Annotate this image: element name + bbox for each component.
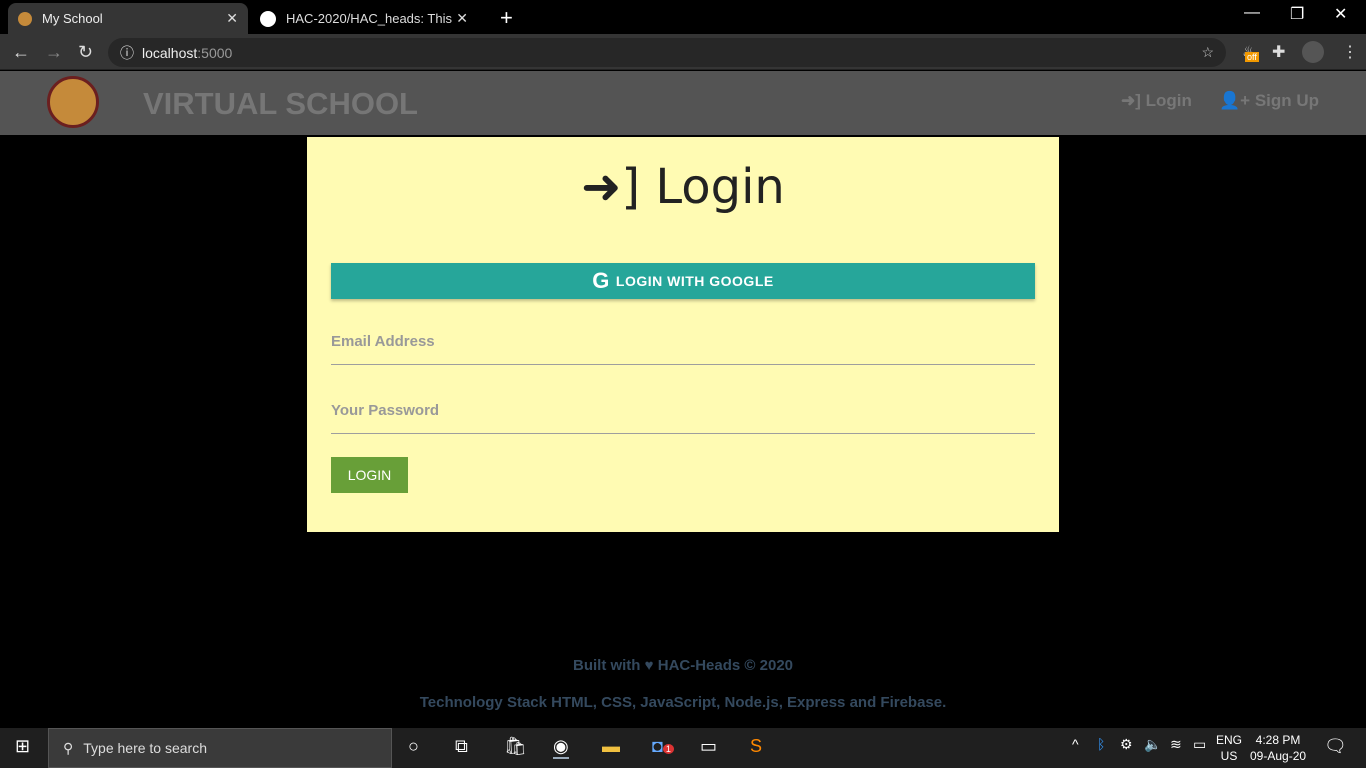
nav-signup-label: Sign Up [1254, 91, 1320, 110]
cortana-icon[interactable]: ○ [408, 736, 419, 757]
close-tab-icon[interactable]: ✕ [226, 10, 238, 27]
login-button[interactable]: LOGIN [331, 457, 408, 493]
footer-author: HAC-Heads © 2020 [657, 657, 794, 674]
date: 09-Aug-20 [1250, 749, 1307, 763]
back-icon[interactable]: ← [12, 42, 30, 63]
password-field[interactable]: Your Password [331, 394, 1035, 434]
sign-in-icon: ➜] [581, 159, 641, 215]
password-placeholder: Your Password [331, 402, 440, 419]
github-icon [260, 10, 276, 27]
browser-toolbar: ← → ↻ ⓘ localhost:5000 ☆ ♨off ✚ ⋮ [0, 34, 1366, 70]
chrome-icon[interactable]: ◉ [553, 736, 569, 759]
google-button-label: LOGIN WITH GOOGLE [615, 273, 774, 289]
clock[interactable]: 4:28 PM 09-Aug-20 [1250, 732, 1306, 764]
terminal-icon[interactable]: ▭ [700, 736, 717, 757]
tab-title: My School [42, 11, 103, 26]
tab-my-school[interactable]: My School ✕ [8, 3, 248, 34]
discord-icon[interactable]: ◘ 1 [652, 736, 674, 757]
tray-chevron-icon[interactable]: ^ [1072, 736, 1079, 752]
bluetooth-icon[interactable]: ᛒ [1097, 736, 1105, 752]
address-bar[interactable]: ⓘ localhost:5000 ☆ [108, 38, 1226, 67]
nav-login-label: Login [1145, 91, 1192, 110]
footer-stack: Technology Stack HTML, CSS, JavaScript, … [419, 694, 947, 711]
login-card: ➜] Login G LOGIN WITH GOOGLE Email Addres… [307, 137, 1059, 532]
wifi-icon[interactable]: ≋ [1170, 736, 1182, 753]
user-plus-icon: 👤+ [1219, 91, 1251, 110]
school-logo[interactable] [47, 76, 99, 128]
search-icon: ⚲ [63, 739, 74, 756]
nav-login-link[interactable]: ➜] Login [1121, 91, 1192, 111]
built-with-text: Built with [572, 657, 641, 674]
notifications-icon[interactable]: 🗨 [1324, 736, 1347, 757]
minimize-icon[interactable]: — [1244, 4, 1260, 22]
site-navbar: VIRTUAL SCHOOL ➜] Login 👤+ Sign Up [0, 71, 1366, 135]
search-placeholder: Type here to search [83, 740, 208, 756]
taskbar-search[interactable]: ⚲ Type here to search [48, 728, 392, 768]
nav-signup-link[interactable]: 👤+ Sign Up [1219, 91, 1319, 111]
school-favicon-icon [18, 11, 32, 26]
footer-built-with: Built with ♥ HAC-Heads © 2020 [0, 657, 1366, 674]
email-field[interactable]: Email Address [331, 325, 1035, 365]
time: 4:28 PM [1255, 733, 1301, 747]
task-view-icon[interactable]: ⧉ [455, 736, 468, 757]
puzzle-icon[interactable]: ✚ [1272, 42, 1285, 62]
sublime-icon[interactable]: S [750, 736, 762, 757]
heart-icon: ♥ [644, 657, 654, 674]
close-tab-icon[interactable]: ✕ [456, 10, 468, 27]
battery-icon[interactable]: ▭ [1193, 736, 1206, 753]
network-device-icon[interactable]: ⚙ [1120, 736, 1133, 753]
notification-badge: 1 [662, 744, 674, 754]
file-explorer-icon[interactable]: ▬ [602, 736, 620, 757]
login-heading: ➜] Login [307, 159, 1059, 215]
url-port: :5000 [197, 44, 233, 61]
menu-icon[interactable]: ⋮ [1342, 42, 1358, 62]
restore-icon[interactable]: ❐ [1290, 4, 1304, 24]
email-placeholder: Email Address [331, 333, 435, 350]
reload-icon[interactable]: ↻ [78, 42, 93, 63]
new-tab-icon[interactable]: + [500, 5, 513, 31]
extension-badge: off [1245, 52, 1259, 62]
region: US [1220, 749, 1238, 763]
info-icon: ⓘ [120, 44, 134, 61]
google-icon: G [592, 268, 610, 293]
volume-icon[interactable]: 🔈 [1144, 736, 1161, 753]
tab-title: HAC-2020/HAC_heads: This is the [286, 11, 456, 26]
language-indicator[interactable]: ENG US [1216, 732, 1242, 764]
store-icon[interactable]: 🛍 [504, 736, 527, 757]
login-title: Login [655, 159, 785, 215]
taskbar: ⊞ ⚲ Type here to search ○ ⧉ 🛍 ◉ ▬ ◘ 1 ▭ S … [0, 728, 1366, 768]
windows-start-icon[interactable]: ⊞ [15, 736, 30, 757]
google-login-button[interactable]: G LOGIN WITH GOOGLE [331, 263, 1035, 299]
bookmark-star-icon[interactable]: ☆ [1201, 44, 1214, 61]
sign-in-icon: ➜] [1121, 91, 1141, 110]
url-host: localhost [142, 44, 198, 61]
tab-github[interactable]: HAC-2020/HAC_heads: This is the ✕ [250, 3, 478, 34]
close-window-icon[interactable]: ✕ [1334, 4, 1347, 24]
lang: ENG [1216, 733, 1243, 747]
forward-icon[interactable]: → [45, 42, 63, 63]
extension-icon[interactable]: ♨off [1242, 42, 1259, 62]
tab-bar: My School ✕ HAC-2020/HAC_heads: This is … [0, 0, 1366, 34]
brand-title[interactable]: VIRTUAL SCHOOL [143, 86, 418, 122]
avatar[interactable] [1302, 41, 1324, 63]
